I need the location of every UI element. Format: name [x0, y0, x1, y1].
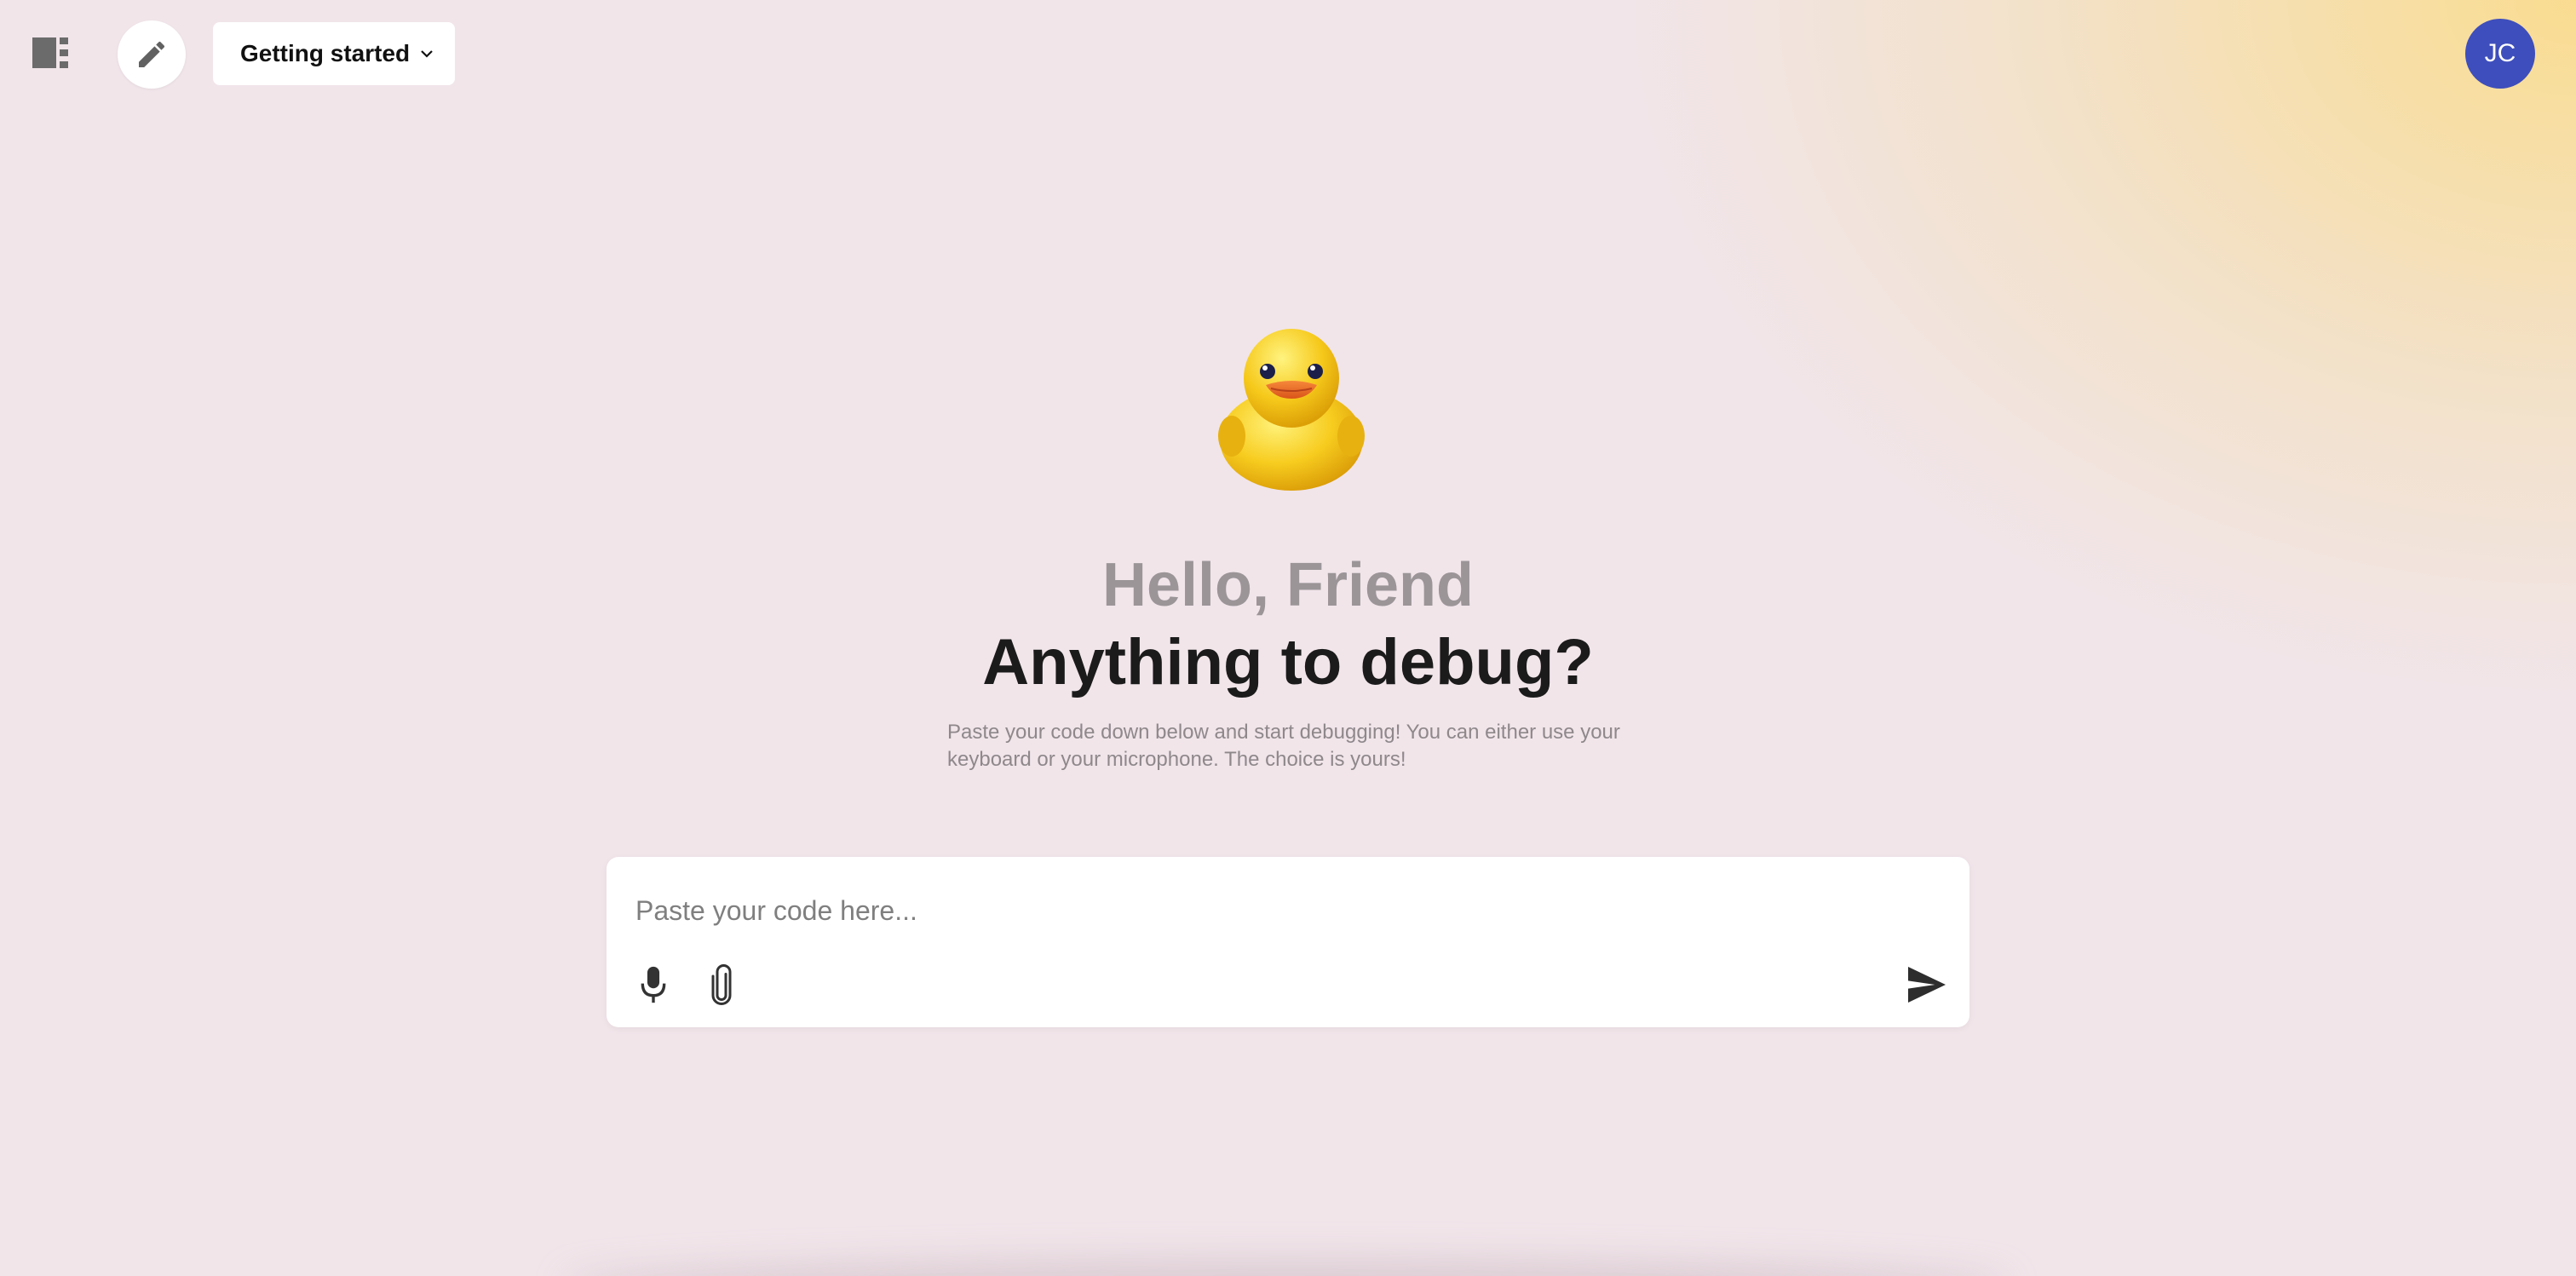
paperclip-icon: [711, 964, 732, 1005]
sidebar-panel-icon: [32, 37, 68, 68]
avatar-initials: JC: [2484, 39, 2516, 67]
send-icon: [1908, 967, 1946, 1003]
composer-card: [607, 857, 1969, 1027]
microphone-icon: [641, 966, 666, 1003]
topic-dropdown-label: Getting started: [240, 40, 411, 66]
pencil-icon: [139, 41, 165, 67]
subtitle-text: Paste your code down below and start deb…: [947, 721, 1620, 771]
page-title: Anything to debug?: [982, 626, 1594, 698]
topic-dropdown[interactable]: Getting started: [213, 22, 455, 85]
rubber-duck-icon: [1215, 325, 1368, 492]
attach-file-button[interactable]: [702, 959, 741, 1010]
send-button[interactable]: [1903, 961, 1951, 1009]
bottom-shadow: [562, 1259, 2010, 1276]
new-chat-button[interactable]: [118, 20, 186, 89]
sidebar-toggle-button[interactable]: [32, 37, 75, 72]
code-input[interactable]: [634, 879, 1915, 942]
user-avatar[interactable]: JC: [2465, 19, 2535, 89]
chevron-down-icon: [420, 49, 434, 58]
greeting: Hello, Friend: [1101, 551, 1475, 619]
microphone-button[interactable]: [634, 961, 673, 1009]
